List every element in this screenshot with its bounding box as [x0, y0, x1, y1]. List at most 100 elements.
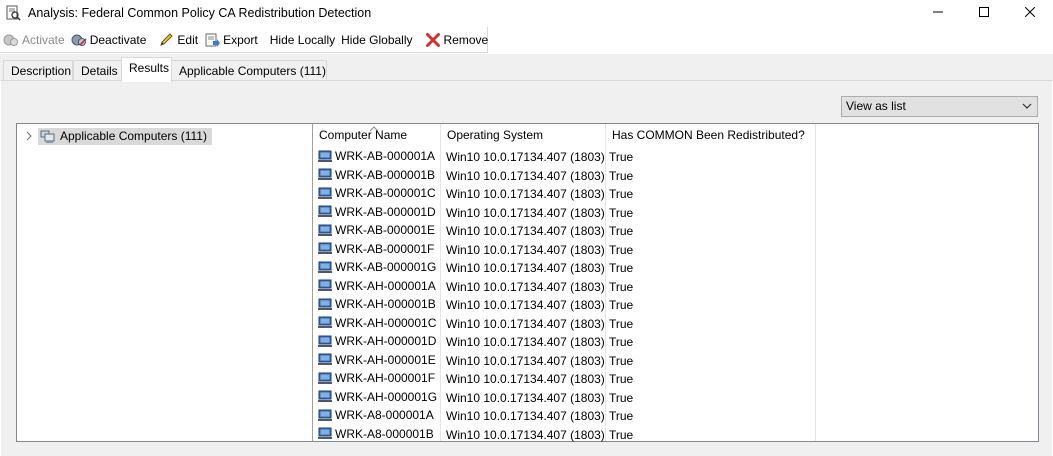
- cell-has-common: True: [609, 409, 634, 423]
- computer-icon: [318, 261, 332, 274]
- view-mode-value: View as list: [846, 99, 906, 113]
- remove-button[interactable]: Remove: [422, 29, 492, 51]
- cell-operating-system: Win10 10.0.17134.407 (1803): [446, 316, 605, 331]
- tree-node-applicable-computers[interactable]: Applicable Computers (111): [23, 127, 212, 145]
- export-icon: [204, 32, 221, 48]
- cell-computer-name: WRK-AH-000001D: [318, 334, 436, 348]
- maximize-icon: [979, 7, 989, 17]
- cell-computer-name: WRK-AH-000001A: [318, 279, 436, 293]
- table-row[interactable]: WRK-A8-000001A Win10 10.0.17134.407 (180…: [313, 407, 1038, 426]
- maximize-button[interactable]: [961, 0, 1007, 24]
- table-row[interactable]: WRK-AH-000001F Win10 10.0.17134.407 (180…: [313, 370, 1038, 389]
- hide-globally-button[interactable]: Hide Globally: [338, 29, 415, 51]
- export-button[interactable]: Export: [201, 29, 261, 51]
- computer-icon: [318, 205, 332, 218]
- table-row[interactable]: WRK-AB-000001A Win10 10.0.17134.407 (180…: [313, 148, 1038, 167]
- cell-has-common: True: [609, 242, 634, 257]
- tab-strip: Description Details Results Applicable C…: [0, 54, 1053, 82]
- window-title: Analysis: Federal Common Policy CA Redis…: [28, 6, 372, 20]
- computer-icon: [318, 187, 332, 200]
- computer-icon: [318, 279, 332, 292]
- cell-has-common: True: [609, 187, 634, 201]
- cell-has-common: True: [609, 261, 634, 275]
- cell-computer-name: WRK-AH-000001G: [318, 390, 437, 404]
- cell-operating-system: Win10 10.0.17134.407 (1803): [446, 224, 605, 238]
- computer-group-icon: [40, 130, 55, 143]
- cell-operating-system: Win10 10.0.17134.407 (1803): [446, 242, 605, 257]
- cell-computer-name: WRK-AB-000001F: [318, 242, 434, 256]
- title-bar: Analysis: Federal Common Policy CA Redis…: [0, 0, 1053, 26]
- table-row[interactable]: WRK-AB-000001E Win10 10.0.17134.407 (180…: [313, 222, 1038, 241]
- tab-details[interactable]: Details: [73, 60, 122, 80]
- cell-has-common: True: [609, 353, 634, 368]
- grid-rows: WRK-AB-000001A Win10 10.0.17134.407 (180…: [313, 148, 1038, 444]
- cell-has-common: True: [609, 168, 634, 183]
- deactivate-icon: [71, 32, 87, 48]
- table-row[interactable]: WRK-AB-000001C Win10 10.0.17134.407 (180…: [313, 185, 1038, 204]
- computer-icon: [318, 353, 332, 366]
- minimize-button[interactable]: [915, 0, 961, 24]
- column-header-computer-name[interactable]: Computer Name: [313, 124, 440, 148]
- activate-button[interactable]: Activate: [0, 29, 68, 51]
- chevron-right-icon[interactable]: [23, 130, 35, 142]
- cell-has-common: True: [609, 279, 634, 294]
- cell-has-common: True: [609, 335, 634, 349]
- cell-computer-name: WRK-AB-000001A: [318, 149, 435, 163]
- activate-icon: [3, 32, 19, 48]
- table-row[interactable]: WRK-AH-000001G Win10 10.0.17134.407 (180…: [313, 389, 1038, 408]
- cell-computer-name: WRK-A8-000001B: [318, 427, 434, 441]
- tab-results[interactable]: Results: [121, 57, 172, 82]
- hide-locally-button[interactable]: Hide Locally: [267, 29, 338, 51]
- tree-node-selected[interactable]: Applicable Computers (111): [38, 127, 212, 145]
- pencil-icon: [158, 32, 174, 48]
- table-row[interactable]: WRK-AB-000001G Win10 10.0.17134.407 (180…: [313, 259, 1038, 278]
- cell-operating-system: Win10 10.0.17134.407 (1803): [446, 427, 605, 442]
- computer-icon: [318, 224, 332, 237]
- table-row[interactable]: WRK-AB-000001B Win10 10.0.17134.407 (180…: [313, 167, 1038, 186]
- table-row[interactable]: WRK-AH-000001C Win10 10.0.17134.407 (180…: [313, 315, 1038, 334]
- cell-operating-system: Win10 10.0.17134.407 (1803): [446, 168, 605, 183]
- cell-operating-system: Win10 10.0.17134.407 (1803): [446, 298, 605, 312]
- computer-icon: [318, 409, 332, 422]
- deactivate-button[interactable]: Deactivate: [68, 29, 150, 51]
- cell-has-common: True: [609, 224, 634, 238]
- cell-computer-name: WRK-AB-000001B: [318, 168, 435, 182]
- table-row[interactable]: WRK-AB-000001D Win10 10.0.17134.407 (180…: [313, 204, 1038, 223]
- computer-icon: [318, 242, 332, 255]
- computer-icon: [318, 168, 332, 181]
- cell-computer-name: WRK-AB-000001E: [318, 223, 435, 237]
- close-button[interactable]: [1007, 0, 1053, 24]
- red-x-icon: [425, 32, 441, 48]
- tab-description[interactable]: Description: [3, 60, 73, 80]
- table-row[interactable]: WRK-A8-000001B Win10 10.0.17134.407 (180…: [313, 426, 1038, 445]
- cell-computer-name: WRK-AB-000001D: [318, 205, 436, 219]
- cell-has-common: True: [609, 427, 634, 442]
- cell-computer-name: WRK-AH-000001E: [318, 353, 436, 367]
- table-row[interactable]: WRK-AH-000001B Win10 10.0.17134.407 (180…: [313, 296, 1038, 315]
- table-row[interactable]: WRK-AH-000001A Win10 10.0.17134.407 (180…: [313, 278, 1038, 297]
- close-icon: [1025, 7, 1035, 17]
- cell-has-common: True: [609, 150, 634, 164]
- column-header-operating-system[interactable]: Operating System: [441, 124, 605, 148]
- cell-operating-system: Win10 10.0.17134.407 (1803): [446, 150, 605, 164]
- table-row[interactable]: WRK-AH-000001D Win10 10.0.17134.407 (180…: [313, 333, 1038, 352]
- results-frame: Applicable Computers (111) Computer Name…: [16, 123, 1039, 442]
- results-panel: View as list Applicable Computers (111): [1, 80, 1052, 456]
- table-row[interactable]: WRK-AB-000001F Win10 10.0.17134.407 (180…: [313, 241, 1038, 260]
- cell-operating-system: Win10 10.0.17134.407 (1803): [446, 205, 605, 220]
- sort-ascending-icon: [369, 121, 379, 132]
- computer-icon: [318, 316, 332, 329]
- toolbar: Activate Deactivate Edit Export Hide Loc…: [0, 27, 488, 53]
- edit-button[interactable]: Edit: [155, 29, 201, 51]
- cell-operating-system: Win10 10.0.17134.407 (1803): [446, 335, 605, 349]
- minimize-icon: [933, 11, 943, 13]
- table-row[interactable]: WRK-AH-000001E Win10 10.0.17134.407 (180…: [313, 352, 1038, 371]
- cell-has-common: True: [609, 205, 634, 220]
- cell-computer-name: WRK-AB-000001C: [318, 186, 436, 200]
- tab-applicable-computers[interactable]: Applicable Computers (111): [171, 60, 327, 80]
- analysis-app-icon: [5, 5, 21, 21]
- cell-operating-system: Win10 10.0.17134.407 (1803): [446, 187, 605, 201]
- column-header-has-common[interactable]: Has COMMON Been Redistributed?: [606, 124, 815, 148]
- view-mode-select[interactable]: View as list: [841, 96, 1038, 117]
- computer-icon: [318, 335, 332, 348]
